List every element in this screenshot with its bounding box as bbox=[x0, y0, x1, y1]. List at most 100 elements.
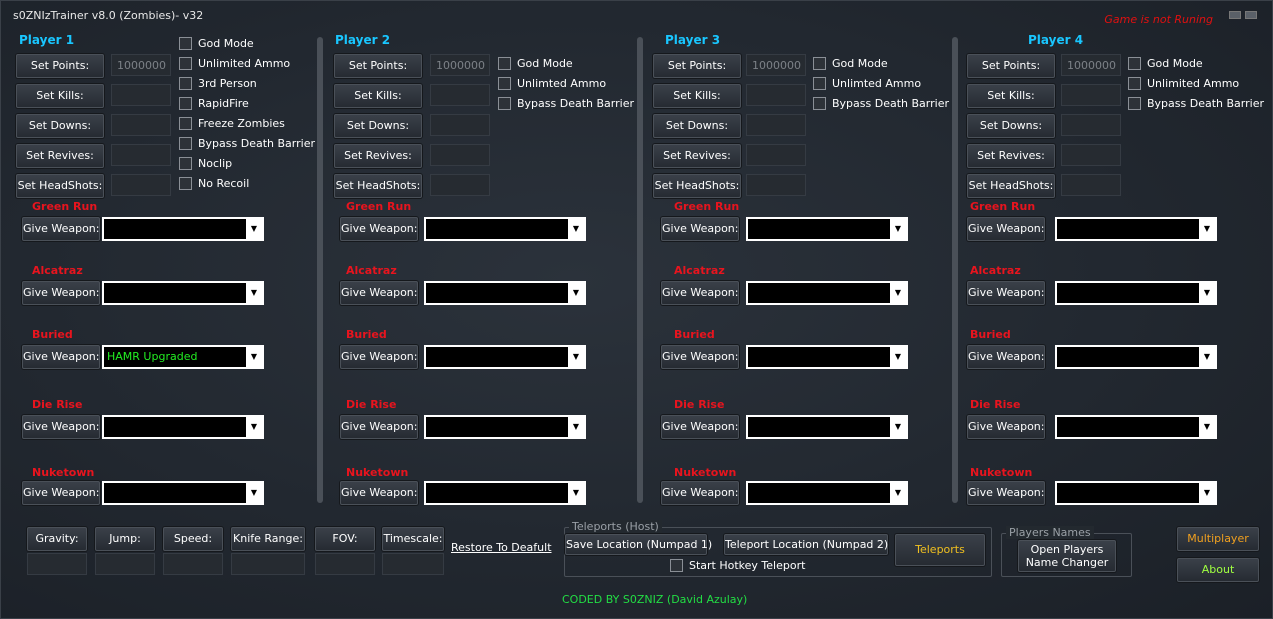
kills-field[interactable] bbox=[746, 84, 806, 106]
set-points-button[interactable]: Set Points: bbox=[16, 54, 104, 78]
teleports-button[interactable]: Teleports bbox=[895, 534, 985, 566]
weapon-dropdown[interactable]: ▼ bbox=[424, 481, 586, 505]
give-weapon-button[interactable]: Give Weapon: bbox=[22, 217, 100, 241]
points-field[interactable]: 1000000 bbox=[746, 54, 806, 76]
chevron-down-icon[interactable]: ▼ bbox=[246, 417, 262, 437]
weapon-dropdown[interactable]: ▼ bbox=[1055, 345, 1217, 369]
weapon-dropdown[interactable]: ▼ bbox=[1055, 281, 1217, 305]
set-downs-button[interactable]: Set Downs: bbox=[334, 114, 422, 138]
chevron-down-icon[interactable]: ▼ bbox=[1199, 283, 1215, 303]
save-location-button[interactable]: Save Location (Numpad 1) bbox=[565, 534, 712, 555]
kills-field[interactable] bbox=[1061, 84, 1121, 106]
chevron-down-icon[interactable]: ▼ bbox=[568, 483, 584, 503]
column-divider[interactable] bbox=[317, 37, 323, 503]
option-checkbox[interactable] bbox=[179, 57, 192, 70]
weapon-dropdown[interactable]: ▼ bbox=[746, 481, 908, 505]
option-checkbox[interactable] bbox=[179, 157, 192, 170]
weapon-dropdown[interactable]: ▼ bbox=[424, 415, 586, 439]
give-weapon-button[interactable]: Give Weapon: bbox=[661, 481, 739, 505]
knife-range-field[interactable] bbox=[231, 553, 305, 575]
open-players-name-changer-button[interactable]: Open Players Name Changer bbox=[1018, 540, 1116, 572]
set-downs-button[interactable]: Set Downs: bbox=[967, 114, 1055, 138]
option-checkbox[interactable] bbox=[813, 57, 826, 70]
option-checkbox[interactable] bbox=[813, 97, 826, 110]
set-revives-button[interactable]: Set Revives: bbox=[653, 144, 741, 168]
give-weapon-button[interactable]: Give Weapon: bbox=[340, 345, 418, 369]
teleport-location-button[interactable]: Teleport Location (Numpad 2) bbox=[724, 534, 888, 555]
points-field[interactable]: 1000000 bbox=[111, 54, 171, 76]
downs-field[interactable] bbox=[746, 114, 806, 136]
kills-field[interactable] bbox=[430, 84, 490, 106]
close-icon[interactable] bbox=[1245, 11, 1257, 19]
give-weapon-button[interactable]: Give Weapon: bbox=[340, 481, 418, 505]
kills-field[interactable] bbox=[111, 84, 171, 106]
downs-field[interactable] bbox=[430, 114, 490, 136]
downs-field[interactable] bbox=[111, 114, 171, 136]
weapon-dropdown[interactable]: ▼ bbox=[1055, 415, 1217, 439]
chevron-down-icon[interactable]: ▼ bbox=[890, 417, 906, 437]
revives-field[interactable] bbox=[430, 144, 490, 166]
set-revives-button[interactable]: Set Revives: bbox=[16, 144, 104, 168]
set-downs-button[interactable]: Set Downs: bbox=[16, 114, 104, 138]
jump-field[interactable] bbox=[95, 553, 155, 575]
headshots-field[interactable] bbox=[111, 174, 171, 196]
set-downs-button[interactable]: Set Downs: bbox=[653, 114, 741, 138]
minimize-icon[interactable] bbox=[1229, 11, 1241, 19]
chevron-down-icon[interactable]: ▼ bbox=[890, 347, 906, 367]
option-checkbox[interactable] bbox=[179, 177, 192, 190]
give-weapon-button[interactable]: Give Weapon: bbox=[340, 281, 418, 305]
set-revives-button[interactable]: Set Revives: bbox=[334, 144, 422, 168]
give-weapon-button[interactable]: Give Weapon: bbox=[340, 415, 418, 439]
headshots-field[interactable] bbox=[430, 174, 490, 196]
knife-range-button[interactable]: Knife Range: bbox=[231, 527, 305, 551]
chevron-down-icon[interactable]: ▼ bbox=[568, 347, 584, 367]
set-kills-button[interactable]: Set Kills: bbox=[16, 84, 104, 108]
option-checkbox[interactable] bbox=[1128, 97, 1141, 110]
option-checkbox[interactable] bbox=[1128, 57, 1141, 70]
multiplayer-button[interactable]: Multiplayer bbox=[1177, 527, 1259, 551]
points-field[interactable]: 1000000 bbox=[430, 54, 490, 76]
give-weapon-button[interactable]: Give Weapon: bbox=[22, 281, 100, 305]
set-headshots-button[interactable]: Set HeadShots: bbox=[334, 174, 422, 198]
chevron-down-icon[interactable]: ▼ bbox=[246, 347, 262, 367]
speed-button[interactable]: Speed: bbox=[163, 527, 223, 551]
option-checkbox[interactable] bbox=[179, 37, 192, 50]
give-weapon-button[interactable]: Give Weapon: bbox=[967, 481, 1045, 505]
option-checkbox[interactable] bbox=[179, 137, 192, 150]
jump-button[interactable]: Jump: bbox=[95, 527, 155, 551]
set-revives-button[interactable]: Set Revives: bbox=[967, 144, 1055, 168]
option-checkbox[interactable] bbox=[498, 57, 511, 70]
chevron-down-icon[interactable]: ▼ bbox=[246, 483, 262, 503]
give-weapon-button[interactable]: Give Weapon: bbox=[22, 415, 100, 439]
weapon-dropdown[interactable]: HAMR Upgraded ▼ bbox=[102, 345, 264, 369]
weapon-dropdown[interactable]: ▼ bbox=[102, 281, 264, 305]
chevron-down-icon[interactable]: ▼ bbox=[568, 283, 584, 303]
option-checkbox[interactable] bbox=[1128, 77, 1141, 90]
chevron-down-icon[interactable]: ▼ bbox=[1199, 219, 1215, 239]
chevron-down-icon[interactable]: ▼ bbox=[890, 483, 906, 503]
weapon-dropdown[interactable]: ▼ bbox=[746, 415, 908, 439]
chevron-down-icon[interactable]: ▼ bbox=[1199, 347, 1215, 367]
set-points-button[interactable]: Set Points: bbox=[334, 54, 422, 78]
gravity-field[interactable] bbox=[27, 553, 87, 575]
fov-button[interactable]: FOV: bbox=[315, 527, 375, 551]
fov-field[interactable] bbox=[315, 553, 375, 575]
headshots-field[interactable] bbox=[746, 174, 806, 196]
chevron-down-icon[interactable]: ▼ bbox=[246, 219, 262, 239]
downs-field[interactable] bbox=[1061, 114, 1121, 136]
give-weapon-button[interactable]: Give Weapon: bbox=[967, 345, 1045, 369]
start-hotkey-checkbox[interactable] bbox=[670, 559, 683, 572]
timescale-field[interactable] bbox=[382, 553, 444, 575]
headshots-field[interactable] bbox=[1061, 174, 1121, 196]
speed-field[interactable] bbox=[163, 553, 223, 575]
chevron-down-icon[interactable]: ▼ bbox=[890, 219, 906, 239]
give-weapon-button[interactable]: Give Weapon: bbox=[340, 217, 418, 241]
about-button[interactable]: About bbox=[1177, 558, 1259, 582]
set-points-button[interactable]: Set Points: bbox=[967, 54, 1055, 78]
points-field[interactable]: 1000000 bbox=[1061, 54, 1121, 76]
give-weapon-button[interactable]: Give Weapon: bbox=[967, 281, 1045, 305]
weapon-dropdown[interactable]: ▼ bbox=[1055, 481, 1217, 505]
chevron-down-icon[interactable]: ▼ bbox=[1199, 483, 1215, 503]
weapon-dropdown[interactable]: ▼ bbox=[746, 281, 908, 305]
weapon-dropdown[interactable]: ▼ bbox=[102, 217, 264, 241]
